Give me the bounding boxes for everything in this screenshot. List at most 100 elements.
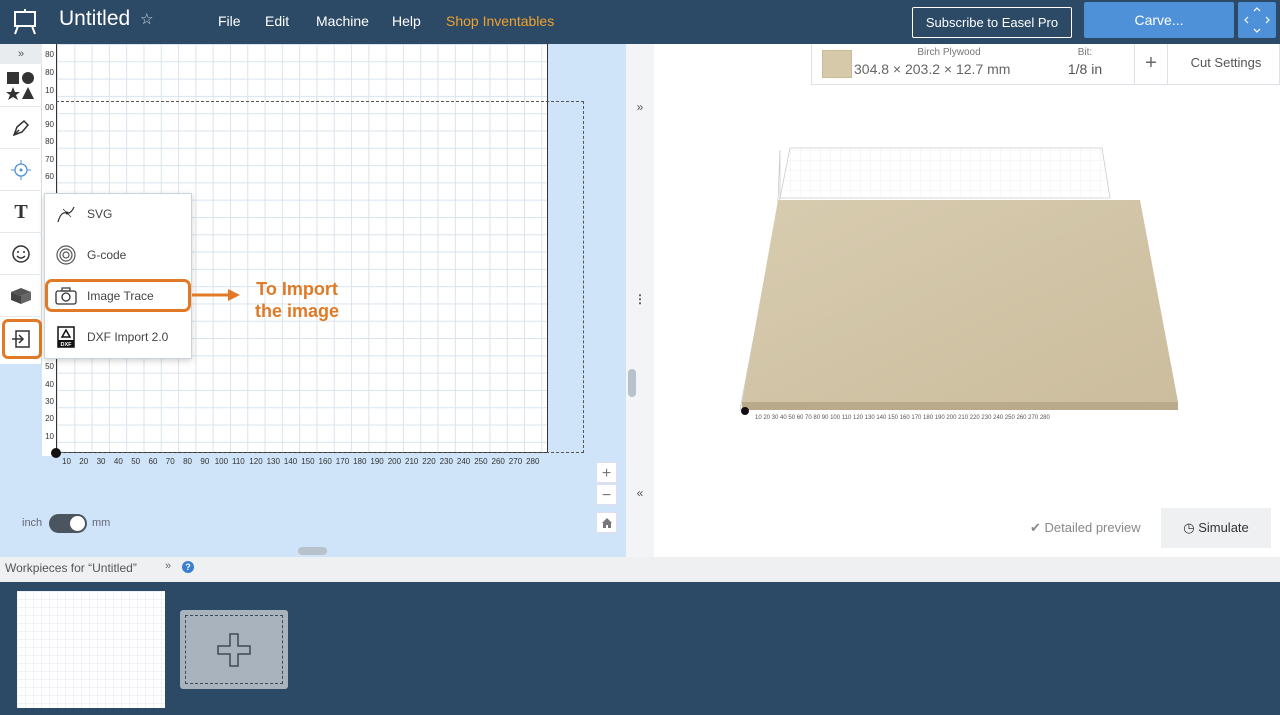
drag-handle-icon[interactable]: ⋮ xyxy=(626,292,654,306)
ruler-y-label: 90 xyxy=(45,120,54,129)
ruler-x-label: 270 xyxy=(508,457,523,466)
ruler-x-label: 280 xyxy=(526,457,540,466)
simulate-button[interactable]: ◷ Simulate xyxy=(1161,508,1271,548)
target-tool[interactable] xyxy=(0,150,42,191)
ruler-x-label: 110 xyxy=(232,457,245,466)
add-bit-button[interactable]: + xyxy=(1134,44,1168,85)
ruler-x-label: 20 xyxy=(79,457,89,466)
material-swatch[interactable] xyxy=(822,50,852,78)
import-svg-item[interactable]: SVG xyxy=(45,194,193,235)
ruler-x-label: 190 xyxy=(370,457,384,466)
ruler-y-label: 10 xyxy=(45,86,54,95)
ruler-x-label: 170 xyxy=(335,457,350,466)
toggle-knob xyxy=(70,516,85,531)
material-dimensions[interactable]: 304.8 × 203.2 × 12.7 mm xyxy=(854,61,1010,77)
ruler-y-label: 60 xyxy=(45,172,54,181)
image-trace-highlight xyxy=(45,279,191,312)
material-name[interactable]: Birch Plywood xyxy=(864,47,1034,58)
ruler-y-label: 40 xyxy=(45,380,54,389)
unit-toggle-switch[interactable] xyxy=(49,514,87,533)
horizontal-scrollbar[interactable] xyxy=(298,547,327,555)
detailed-preview-label: Detailed preview xyxy=(1044,520,1141,535)
ruler-y-label: 50 xyxy=(45,362,54,371)
home-view-button[interactable] xyxy=(596,512,617,533)
subscribe-button[interactable]: Subscribe to Easel Pro xyxy=(912,7,1072,38)
document-title[interactable]: Untitled xyxy=(59,7,130,31)
3d-box-icon xyxy=(11,288,31,304)
easel-logo-icon[interactable] xyxy=(11,8,39,36)
shapes-icon xyxy=(6,72,34,100)
text-icon: T xyxy=(14,200,28,223)
pen-icon xyxy=(12,119,30,137)
expand-arrows-icon xyxy=(1244,7,1270,33)
detailed-preview-toggle[interactable]: ✔ Detailed preview xyxy=(1030,520,1141,536)
import-menu: SVG G-code Image Trace DXF DXF Import 2.… xyxy=(44,193,192,359)
menu-file[interactable]: File xyxy=(218,13,241,29)
menu-shop-inventables[interactable]: Shop Inventables xyxy=(446,13,554,29)
ruler-x-label: 120 xyxy=(249,457,263,466)
star-icon[interactable]: ☆ xyxy=(140,10,153,28)
import-item-label: SVG xyxy=(87,207,113,221)
ruler-x-label: 40 xyxy=(113,457,123,466)
gcode-icon xyxy=(56,245,76,265)
ruler-x-label: 260 xyxy=(491,457,505,466)
tool-sidebar: » T xyxy=(0,44,42,364)
workpieces-header: Workpieces for “Untitled” » ? xyxy=(0,557,1280,582)
ruler-x-label: 240 xyxy=(456,457,471,466)
panel-divider[interactable]: » ⋮ « xyxy=(626,44,654,557)
3d-board-preview: 10 20 30 40 50 60 70 80 90 100 110 120 1… xyxy=(740,147,1178,421)
expand-button[interactable] xyxy=(1238,2,1276,38)
expand-right-icon[interactable]: » xyxy=(626,100,654,114)
add-workpiece-dropzone xyxy=(185,615,283,684)
menu-edit[interactable]: Edit xyxy=(265,13,289,29)
ruler-x-label: 100 xyxy=(214,457,229,466)
text-tool[interactable]: T xyxy=(0,192,42,233)
cut-settings-button[interactable]: Cut Settings xyxy=(1172,44,1280,85)
unit-inch-label: inch xyxy=(22,517,43,529)
pen-tool[interactable] xyxy=(0,108,42,149)
3d-apps-tool[interactable] xyxy=(0,276,42,317)
bit-value[interactable]: 1/8 in xyxy=(1040,61,1130,77)
vertical-scrollbar[interactable] xyxy=(628,369,636,397)
ruler-y-label: 20 xyxy=(45,414,54,423)
shapes-tool[interactable] xyxy=(0,66,42,107)
emoji-tool[interactable] xyxy=(0,234,42,275)
ruler-x-label: 200 xyxy=(387,457,402,466)
import-dxf-item[interactable]: DXF DXF Import 2.0 xyxy=(45,317,193,358)
annotation-line-2: the image xyxy=(254,301,340,321)
dxf-icon: DXF xyxy=(57,326,75,348)
collapse-tools-button[interactable]: » xyxy=(0,44,42,64)
add-workpiece-button[interactable] xyxy=(180,610,288,689)
import-gcode-item[interactable]: G-code xyxy=(45,235,193,276)
svg-text:10 20 30 40 50 60 70 80 90 100: 10 20 30 40 50 60 70 80 90 100 110 120 1… xyxy=(755,415,1050,421)
zoom-out-button[interactable]: − xyxy=(596,484,617,505)
ruler-y-label: 00 xyxy=(45,103,54,112)
ruler-x-label: 150 xyxy=(301,457,315,466)
ruler-x-label: 130 xyxy=(266,457,280,466)
ruler-x-label: 180 xyxy=(353,457,367,466)
ruler-x-label: 60 xyxy=(148,457,158,466)
unit-mm-label: mm xyxy=(92,517,111,529)
menu-machine[interactable]: Machine xyxy=(316,13,369,29)
svg-icon xyxy=(57,206,75,223)
ruler-x-label: 30 xyxy=(96,457,106,466)
top-bar: Untitled ☆ File Edit Machine Help Shop I… xyxy=(0,0,1280,44)
expand-left-icon[interactable]: « xyxy=(626,486,654,500)
checkmark-icon: ✔ xyxy=(1030,520,1045,535)
import-item-label: G-code xyxy=(87,248,127,262)
emoji-icon xyxy=(12,245,30,263)
svg-text:DXF: DXF xyxy=(61,342,73,348)
zoom-in-button[interactable]: + xyxy=(596,462,617,483)
carve-button[interactable]: Carve... xyxy=(1084,2,1234,38)
home-icon xyxy=(601,518,612,528)
import-item-label: DXF Import 2.0 xyxy=(87,330,169,344)
plus-icon xyxy=(217,632,251,667)
menu-help[interactable]: Help xyxy=(392,13,421,29)
help-icon[interactable]: ? xyxy=(182,561,194,573)
horizontal-ruler: 10 20 30 40 50 60 70 80 90 100 110 120 130 140 150 160 1… xyxy=(56,453,548,469)
workpiece-thumbnail[interactable] xyxy=(17,591,165,708)
annotation-arrow-icon xyxy=(192,289,240,301)
ruler-x-label: 160 xyxy=(318,457,332,466)
target-icon xyxy=(11,160,31,180)
chevron-down-icon[interactable]: » xyxy=(165,560,171,572)
